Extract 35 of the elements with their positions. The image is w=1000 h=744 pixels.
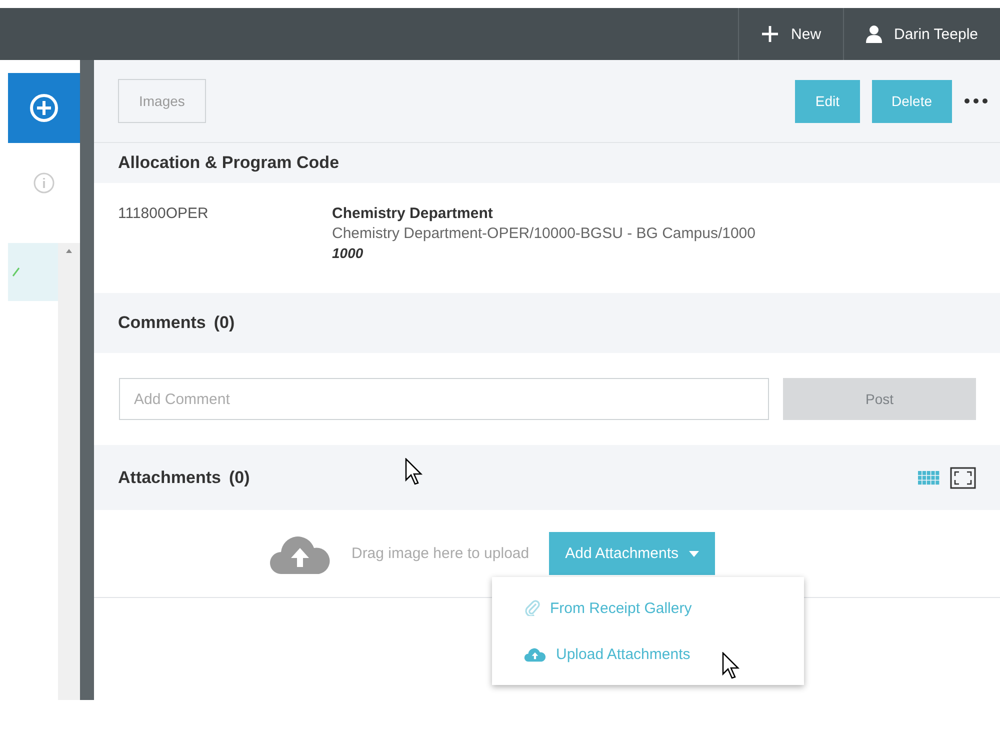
info-icon[interactable] (33, 172, 55, 194)
user-icon (866, 25, 882, 43)
department-path: Chemistry Department-OPER/10000-BGSU - BG Campus/1000 (332, 225, 756, 242)
menu-item[interactable]: From Receipt Gallery (492, 585, 804, 631)
department-name: Chemistry Department (332, 205, 494, 222)
menu-item[interactable]: Upload Attachments (492, 631, 804, 677)
comment-count: (0) (214, 313, 235, 333)
expand-icon[interactable] (950, 466, 976, 488)
section-title: Comments (118, 313, 206, 333)
images-button[interactable]: Images (118, 79, 206, 123)
cloud-upload-icon (269, 534, 332, 574)
new-link[interactable]: New (791, 26, 822, 42)
drop-hint: Drag image here to upload (351, 545, 530, 562)
amount: 1000 (332, 245, 364, 261)
grid-view-icon[interactable] (918, 470, 940, 484)
caret-icon (688, 550, 699, 556)
paperclip-icon (524, 600, 540, 616)
edit-button[interactable]: Edit (795, 80, 860, 122)
attachment-count: (0) (228, 468, 250, 488)
cursor-icon (722, 652, 742, 680)
section-title: Allocation & Program Code (118, 153, 340, 173)
add-button[interactable] (8, 73, 80, 143)
section-title: Attachments (118, 468, 221, 488)
program-code: 111800OPER (118, 205, 210, 224)
more-icon[interactable] (964, 98, 988, 104)
delete-button[interactable]: Delete (872, 80, 952, 122)
plus-circle-icon (29, 93, 59, 123)
cloud-upload-icon (524, 646, 546, 662)
up-arrow-icon (66, 249, 72, 253)
add-attachments-button[interactable]: Add Attachments (549, 532, 715, 575)
plus-icon (761, 25, 780, 43)
check-icon (12, 267, 20, 277)
user-name[interactable]: Darin Teeple (894, 26, 978, 42)
comment-field[interactable]: Add Comment (119, 378, 769, 420)
cursor-icon (405, 458, 425, 486)
